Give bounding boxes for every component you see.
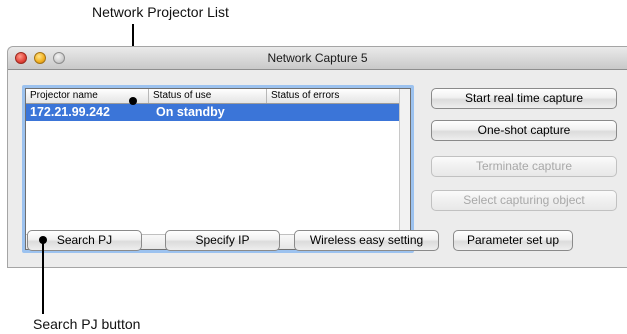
specify-ip-button[interactable]: Specify IP <box>165 230 280 251</box>
callout-label-network-projector-list: Network Projector List <box>92 4 229 20</box>
wireless-easy-setting-button[interactable]: Wireless easy setting <box>294 230 439 251</box>
projector-list-body: Projector name Status of use Status of e… <box>25 88 411 250</box>
title-bar[interactable]: Network Capture 5 <box>8 47 627 70</box>
network-capture-window: Network Capture 5 Projector name Status … <box>7 46 627 268</box>
table-header: Projector name Status of use Status of e… <box>26 89 400 104</box>
projector-list[interactable]: Projector name Status of use Status of e… <box>22 85 414 253</box>
window-title: Network Capture 5 <box>267 51 368 65</box>
vertical-scrollbar[interactable] <box>399 89 410 235</box>
table-row[interactable]: 172.21.99.242 On standby <box>26 104 400 121</box>
callout-dot-bottom <box>39 236 47 244</box>
one-shot-capture-button[interactable]: One-shot capture <box>431 120 617 141</box>
callout-label-search-pj-button: Search PJ button <box>33 316 141 332</box>
callout-line-bottom <box>42 242 44 314</box>
parameter-set-up-button[interactable]: Parameter set up <box>453 230 573 251</box>
column-header-status-of-use[interactable]: Status of use <box>149 89 267 103</box>
cell-projector-name: 172.21.99.242 <box>30 105 110 119</box>
column-header-status-of-errors[interactable]: Status of errors <box>267 89 401 103</box>
select-capturing-object-button[interactable]: Select capturing object <box>431 190 617 211</box>
cell-status-of-use: On standby <box>156 105 225 119</box>
callout-dot-top <box>129 97 137 105</box>
start-real-time-capture-button[interactable]: Start real time capture <box>431 88 617 109</box>
terminate-capture-button[interactable]: Terminate capture <box>431 156 617 177</box>
